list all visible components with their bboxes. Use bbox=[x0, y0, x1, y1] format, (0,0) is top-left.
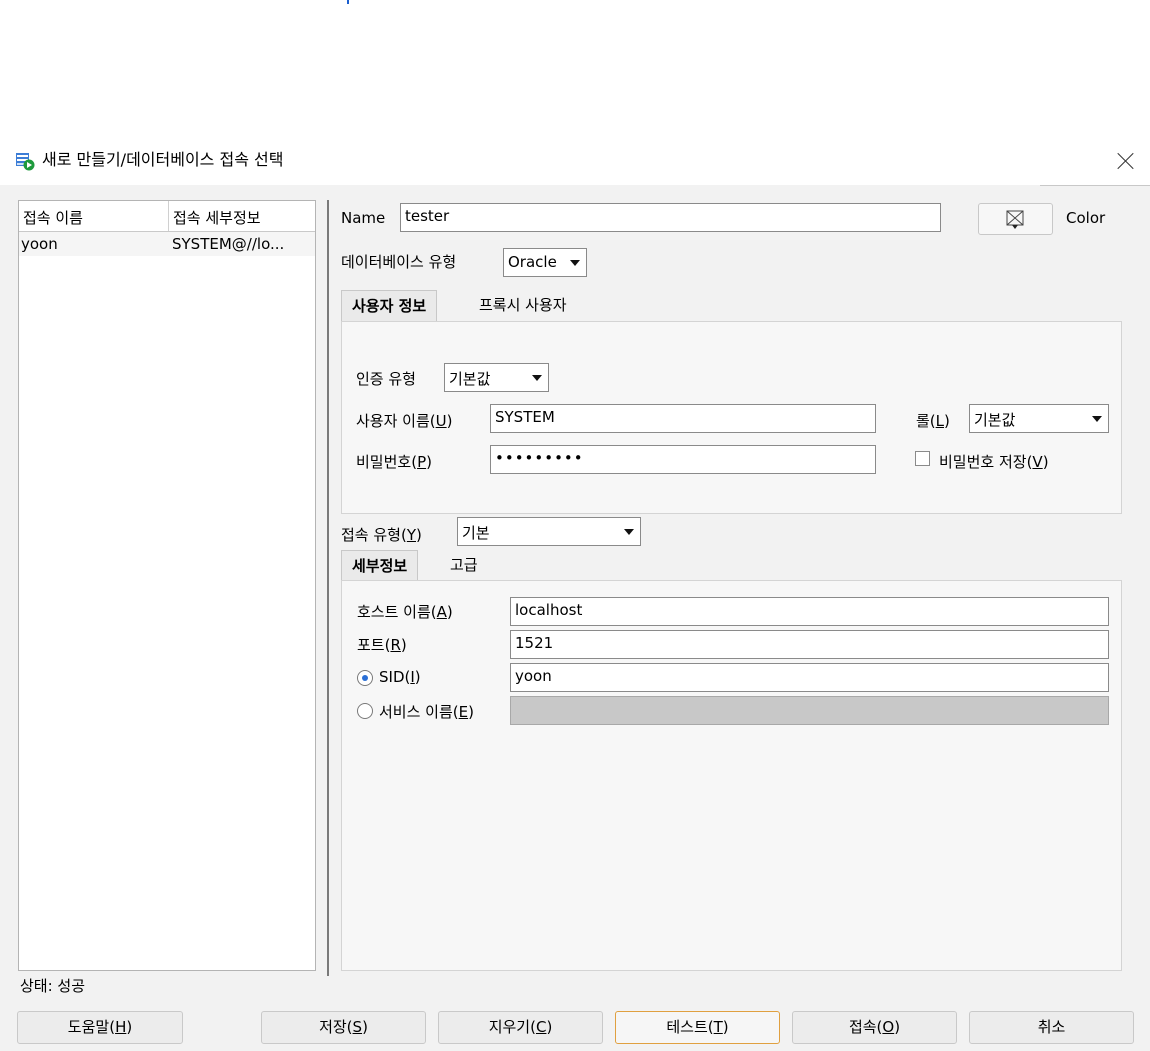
auth-type-select[interactable]: 기본값 bbox=[444, 363, 549, 392]
sid-radio[interactable] bbox=[357, 670, 373, 686]
help-button[interactable]: 도움말(H) bbox=[17, 1011, 183, 1044]
role-label: 롤(L) bbox=[916, 412, 950, 430]
name-input[interactable]: tester bbox=[400, 203, 941, 232]
column-header-details[interactable]: 접속 세부정보 bbox=[173, 207, 261, 228]
window-title: 새로 만들기/데이터베이스 접속 선택 bbox=[42, 150, 284, 169]
color-picker-button[interactable] bbox=[978, 203, 1053, 235]
conn-type-value: 기본 bbox=[462, 524, 490, 542]
tab-advanced[interactable]: 고급 bbox=[440, 550, 488, 582]
db-type-label: 데이터베이스 유형 bbox=[341, 253, 457, 271]
cursor-artifact bbox=[347, 0, 349, 4]
service-name-label: 서비스 이름(E) bbox=[379, 703, 474, 721]
name-label: Name bbox=[341, 209, 386, 227]
save-password-checkbox[interactable] bbox=[915, 451, 930, 466]
connect-button[interactable]: 접속(O) bbox=[792, 1011, 957, 1044]
chevron-down-icon bbox=[624, 529, 634, 535]
test-button[interactable]: 테스트(T) bbox=[615, 1011, 780, 1044]
divider bbox=[1040, 185, 1150, 186]
split-divider[interactable] bbox=[327, 200, 329, 976]
role-select[interactable]: 기본값 bbox=[969, 404, 1109, 433]
database-connect-icon bbox=[15, 151, 35, 171]
host-label: 호스트 이름(A) bbox=[357, 603, 453, 621]
db-type-select[interactable]: Oracle bbox=[503, 248, 587, 277]
chevron-down-icon bbox=[532, 375, 542, 381]
db-type-value: Oracle bbox=[508, 253, 557, 271]
password-label: 비밀번호(P) bbox=[356, 453, 432, 471]
chevron-down-icon bbox=[570, 260, 580, 266]
port-label: 포트(R) bbox=[357, 636, 407, 654]
clear-button[interactable]: 지우기(C) bbox=[438, 1011, 603, 1044]
chevron-down-icon bbox=[1092, 416, 1102, 422]
status-text: 상태: 성공 bbox=[20, 977, 86, 995]
sid-input[interactable]: yoon bbox=[510, 663, 1109, 692]
connection-list[interactable]: 접속 이름 접속 세부정보 yoon SYSTEM@//lo... bbox=[18, 200, 316, 971]
connection-details: SYSTEM@//lo... bbox=[172, 235, 285, 253]
tab-proxy-user[interactable]: 프록시 사용자 bbox=[469, 290, 577, 322]
password-input[interactable]: ••••••••• bbox=[490, 445, 876, 474]
cancel-button[interactable]: 취소 bbox=[969, 1011, 1134, 1044]
color-label: Color bbox=[1066, 209, 1106, 227]
column-divider[interactable] bbox=[168, 201, 169, 231]
role-value: 기본값 bbox=[974, 411, 1016, 429]
host-input[interactable]: localhost bbox=[510, 597, 1109, 626]
service-name-radio[interactable] bbox=[357, 703, 373, 719]
table-row[interactable]: yoon SYSTEM@//lo... bbox=[19, 232, 315, 256]
conn-type-select[interactable]: 기본 bbox=[457, 517, 641, 546]
service-name-input[interactable] bbox=[510, 696, 1109, 725]
column-header-name[interactable]: 접속 이름 bbox=[23, 207, 83, 228]
connection-name: yoon bbox=[21, 235, 58, 253]
auth-type-label: 인증 유형 bbox=[356, 370, 416, 388]
close-icon[interactable] bbox=[1115, 150, 1137, 172]
save-password-label: 비밀번호 저장(V) bbox=[939, 453, 1049, 471]
conn-type-label: 접속 유형(Y) bbox=[341, 526, 422, 544]
username-label: 사용자 이름(U) bbox=[356, 412, 453, 430]
tab-user-info[interactable]: 사용자 정보 bbox=[341, 290, 438, 322]
color-picker-icon bbox=[1006, 210, 1024, 229]
tab-details[interactable]: 세부정보 bbox=[341, 550, 419, 582]
save-button[interactable]: 저장(S) bbox=[261, 1011, 426, 1044]
auth-type-value: 기본값 bbox=[449, 370, 491, 388]
username-input[interactable]: SYSTEM bbox=[490, 404, 876, 433]
port-input[interactable]: 1521 bbox=[510, 630, 1109, 659]
sid-label: SID(I) bbox=[379, 668, 421, 686]
connection-list-header: 접속 이름 접속 세부정보 bbox=[19, 201, 315, 232]
